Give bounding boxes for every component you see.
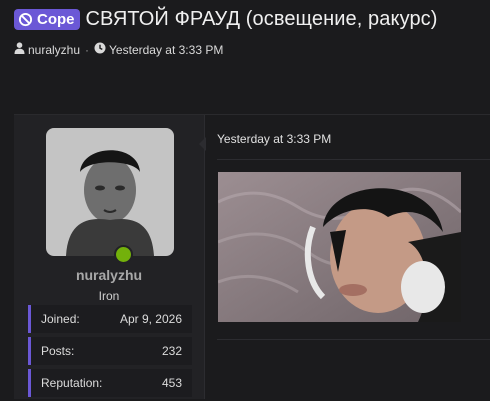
stat-value: 232	[161, 344, 182, 358]
thread-date-link[interactable]: Yesterday at 3:33 PM	[109, 43, 223, 57]
stat-joined: Joined: Apr 9, 2026	[28, 305, 192, 333]
post-main-cell: Yesterday at 3:33 PM	[205, 115, 490, 399]
clock-icon	[94, 42, 109, 57]
thread-title: СВЯТОЙ ФРАУД (освещение, ракурс)	[85, 8, 438, 30]
thread-prefix-badge[interactable]: Cope	[14, 9, 80, 30]
stat-posts: Posts: 232	[28, 337, 192, 365]
user-stats: Joined: Apr 9, 2026 Posts: 232 Reputatio…	[28, 305, 192, 401]
avatar[interactable]	[46, 128, 174, 256]
post-attached-image[interactable]	[218, 172, 461, 322]
stat-value: Apr 9, 2026	[119, 312, 182, 326]
avatar-photo	[46, 128, 174, 256]
user-icon	[14, 42, 28, 57]
post-timestamp-link[interactable]: Yesterday at 3:33 PM	[217, 132, 331, 146]
post-image-content	[218, 172, 461, 322]
post-body-divider	[217, 339, 490, 340]
stat-label: Joined:	[41, 312, 80, 326]
stat-reputation: Reputation: 453	[28, 369, 192, 397]
ban-icon	[18, 12, 33, 27]
stat-label: Reputation:	[41, 376, 103, 390]
stat-value: 453	[161, 376, 182, 390]
thread-prefix-label: Cope	[37, 11, 75, 28]
stat-label: Posts:	[41, 344, 75, 358]
post-header-divider	[217, 159, 490, 160]
meta-separator: ·	[85, 42, 90, 57]
thread-header: Cope СВЯТОЙ ФРАУД (освещение, ракурс)	[14, 8, 438, 31]
post-username-link[interactable]: nuralyzhu	[14, 267, 204, 283]
thread-meta: nuralyzhu · Yesterday at 3:33 PM	[14, 42, 223, 57]
user-title: Iron	[98, 289, 120, 303]
post: nuralyzhu Iron Joined: Apr 9, 2026 Posts…	[14, 114, 490, 399]
post-user-cell: nuralyzhu Iron Joined: Apr 9, 2026 Posts…	[14, 115, 205, 399]
thread-author-link[interactable]: nuralyzhu	[28, 43, 80, 57]
online-status-indicator	[114, 245, 133, 264]
